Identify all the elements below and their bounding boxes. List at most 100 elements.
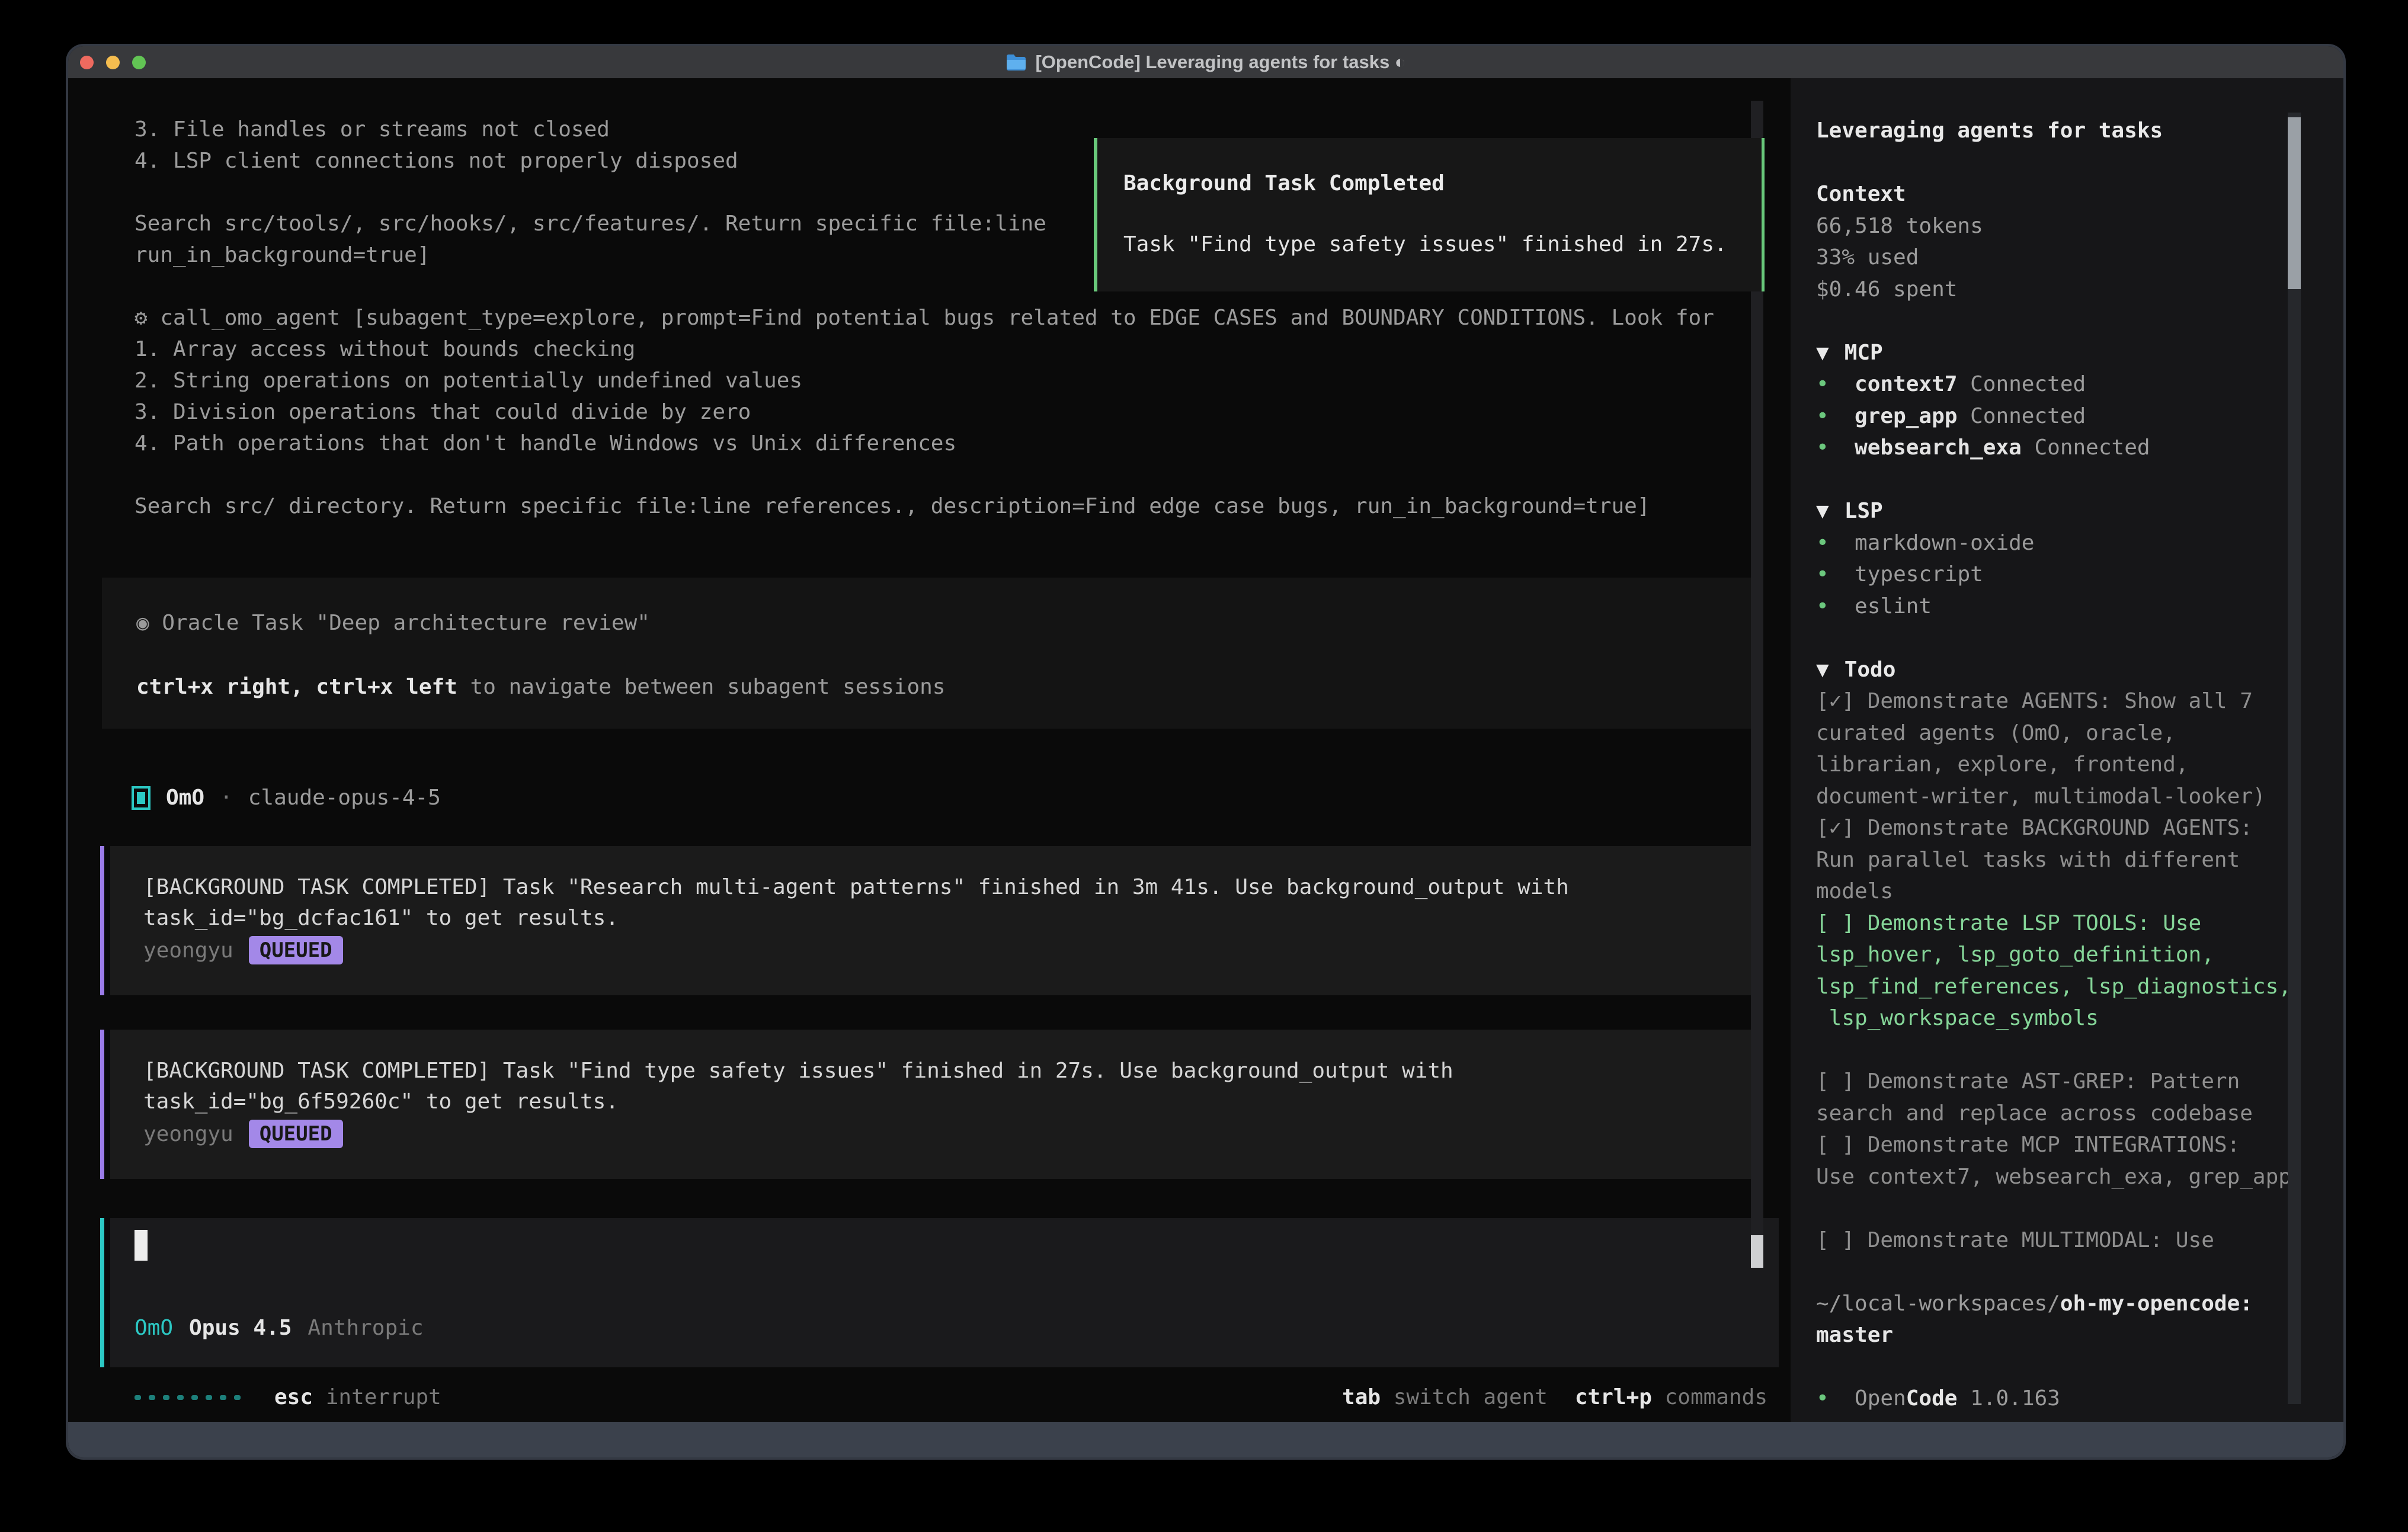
tab-action-label: switch agent (1394, 1385, 1548, 1409)
window-bottom-bar (68, 1422, 2343, 1457)
opencode-window: [OpenCode] Leveraging agents for tasks ◐… (68, 46, 2343, 1457)
lsp-section: ▼LSP • markdown-oxide• typescript• eslin… (1816, 495, 2343, 622)
window-title: [OpenCode] Leveraging agents for tasks ◐ (1006, 52, 1405, 73)
todo-line: Run parallel tasks with different (1816, 844, 2343, 876)
context-section: Context 66,518 tokens33% used$0.46 spent (1816, 178, 2343, 305)
omo-agent-icon (132, 786, 150, 810)
lsp-heading[interactable]: ▼LSP (1816, 495, 2343, 527)
zoom-button[interactable] (132, 56, 146, 69)
workspace-path-prefix: ~/local-workspaces/ (1816, 1291, 2060, 1316)
nav-hint-keys: ctrl+x right, ctrl+x left (136, 675, 457, 699)
esc-key-label: esc (274, 1385, 313, 1409)
lsp-item-name: typescript (1855, 562, 1983, 586)
todo-section: ▼Todo [✓] Demonstrate AGENTS: Show all 7… (1816, 654, 2343, 1257)
todo-line: [ ] Demonstrate MCP INTEGRATIONS: (1816, 1129, 2343, 1161)
version-line: • OpenCode 1.0.163 (1816, 1383, 2343, 1415)
agent-header: OmO · claude-opus-4-5 (132, 782, 441, 813)
ctrlp-key-label: ctrl+p (1575, 1385, 1652, 1409)
spinner-dot-icon (149, 1395, 155, 1400)
lsp-item: • eslint (1816, 591, 2343, 623)
app-version: 1.0.163 (1970, 1386, 2060, 1411)
key-hints: tab switch agent ctrl+p commands (1342, 1385, 1767, 1409)
prompt-input[interactable]: OmO Opus 4.5 Anthropic (110, 1218, 1779, 1367)
todo-line: [✓] Demonstrate BACKGROUND AGENTS: (1816, 812, 2343, 844)
spinner-dot-icon (163, 1395, 169, 1400)
todo-heading-label: Todo (1845, 658, 1896, 682)
todo-line: lsp_workspace_symbols (1816, 1002, 2343, 1034)
todo-line: lsp_find_references, lsp_diagnostics, (1816, 971, 2343, 1003)
task-meta-row: yeongyuQUEUED (143, 935, 1754, 966)
spinner-dot-icon (177, 1395, 184, 1400)
window-title-text: [OpenCode] Leveraging agents for tasks ◐ (1035, 52, 1405, 73)
chat-scrollbar-thumb[interactable] (1751, 1235, 1763, 1268)
mcp-item-status: Connected (1957, 372, 2086, 396)
task-user: yeongyu (143, 938, 233, 963)
todo-line: curated agents (OmO, oracle, (1816, 717, 2343, 749)
lsp-item-name: markdown-oxide (1855, 531, 2034, 555)
queued-badge: QUEUED (249, 1120, 343, 1148)
todo-line: lsp_hover, lsp_goto_definition, (1816, 939, 2343, 971)
todo-line: [ ] Demonstrate AST-GREP: Pattern (1816, 1066, 2343, 1098)
todo-line: search and replace across codebase (1816, 1098, 2343, 1130)
omo-agent-icon-fill (137, 792, 145, 804)
task-message-line: task_id="bg_6f59260c" to get results. (143, 1086, 1754, 1117)
task-message-line: [BACKGROUND TASK COMPLETED] Task "Find t… (143, 1056, 1754, 1086)
esc-hint: esc interrupt (274, 1385, 441, 1409)
mcp-heading[interactable]: ▼MCP (1816, 337, 2343, 369)
bullet-icon: • (1816, 372, 1829, 396)
toast-title: Background Task Completed (1123, 168, 1762, 199)
todo-heading[interactable]: ▼Todo (1816, 654, 2343, 686)
workspace-repo-name: oh-my-opencode: (2060, 1291, 2253, 1316)
todo-line: Use context7, websearch_exa, grep_app (1816, 1161, 2343, 1193)
mcp-item-status: Connected (1957, 404, 2086, 428)
task-user: yeongyu (143, 1122, 233, 1146)
status-dot-icon: • (1816, 1386, 1829, 1411)
sidebar-scrollbar[interactable] (2288, 113, 2301, 1404)
mcp-item-name: context7 (1855, 372, 1957, 396)
traffic-lights (80, 46, 146, 78)
input-provider-name: Anthropic (308, 1316, 423, 1340)
screen: [OpenCode] Leveraging agents for tasks ◐… (0, 0, 2408, 1532)
close-button[interactable] (80, 56, 94, 69)
terminal-line: 3. Division operations that could divide… (135, 396, 1714, 428)
input-model-name[interactable]: Opus 4.5 (189, 1316, 292, 1340)
sidebar-scrollbar-thumb[interactable] (2288, 117, 2301, 289)
folder-icon (1006, 53, 1027, 71)
model-row: OmO Opus 4.5 Anthropic (135, 1312, 424, 1344)
terminal-line: 4. Path operations that don't handle Win… (135, 428, 1714, 459)
todo-line: [✓] Demonstrate AGENTS: Show all 7 (1816, 685, 2343, 717)
lsp-heading-label: LSP (1845, 499, 1883, 523)
lsp-item: • markdown-oxide (1816, 527, 2343, 559)
todo-line (1816, 1034, 2343, 1066)
agent-model: claude-opus-4-5 (248, 786, 441, 810)
status-bar: esc interrupt tab switch agent ctrl+p co… (135, 1382, 1767, 1413)
todo-line: models (1816, 876, 2343, 908)
session-sidebar: Leveraging agents for tasks Context 66,5… (1791, 78, 2343, 1422)
mcp-item-name: websearch_exa (1855, 435, 2022, 460)
working-spinner (135, 1395, 241, 1400)
spinner-dot-icon (234, 1395, 241, 1400)
title-bar[interactable]: [OpenCode] Leveraging agents for tasks ◐ (68, 46, 2343, 78)
bullet-icon: • (1816, 531, 1829, 555)
task-message-line: [BACKGROUND TASK COMPLETED] Task "Resear… (143, 872, 1754, 903)
collapse-triangle-icon: ▼ (1816, 341, 1829, 365)
context-stats: 66,518 tokens33% used$0.46 spent (1816, 210, 2343, 306)
workspace-section: ~/local-workspaces/oh-my-opencode: maste… (1816, 1288, 2343, 1351)
background-task-toast[interactable]: Background Task Completed Task "Find typ… (1094, 138, 1765, 291)
bullet-icon: • (1816, 594, 1829, 618)
spinner-dot-icon (191, 1395, 198, 1400)
toast-body: Task "Find type safety issues" finished … (1123, 229, 1762, 260)
mcp-section: ▼MCP • context7 Connected• grep_app Conn… (1816, 337, 2343, 464)
minimize-button[interactable] (106, 56, 120, 69)
tab-hint: tab switch agent (1342, 1385, 1548, 1409)
todo-line (1816, 1193, 2343, 1225)
esc-action-label: interrupt (326, 1385, 441, 1409)
todo-line: document-writer, multimodal-looker) (1816, 781, 2343, 813)
text-cursor (135, 1230, 148, 1261)
nav-hint-text: to navigate between subagent sessions (457, 675, 946, 699)
context-heading: Context (1816, 178, 2343, 210)
todo-line: [ ] Demonstrate MULTIMODAL: Use (1816, 1225, 2343, 1257)
task-meta-row: yeongyu QUEUED (143, 1118, 1754, 1149)
terminal-line: 2. String operations on potentially unde… (135, 365, 1714, 396)
mcp-item-name: grep_app (1855, 404, 1957, 428)
